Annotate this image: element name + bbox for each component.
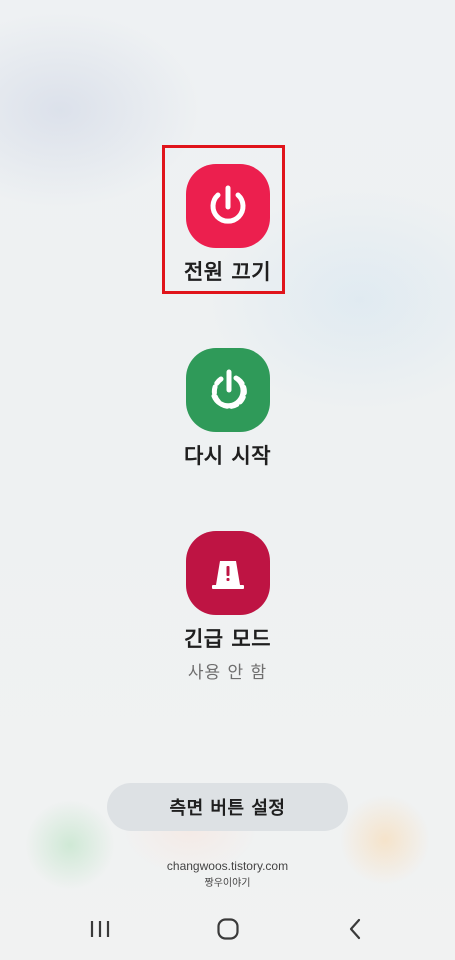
home-icon	[217, 918, 239, 940]
watermark-name: 짱우이야기	[204, 878, 251, 889]
restart-option[interactable]: 다시 시작	[0, 348, 455, 470]
emergency-mode-label: 긴급 모드	[183, 627, 272, 651]
navigation-bar	[0, 900, 455, 960]
watermark-url: changwoos.tistory.com	[166, 859, 289, 873]
back-button[interactable]	[335, 914, 375, 944]
restart-button[interactable]	[185, 348, 270, 432]
emergency-mode-button[interactable]	[185, 531, 270, 615]
side-button-settings-button[interactable]: 측면 버튼 설정	[107, 783, 348, 831]
recents-button[interactable]	[80, 914, 120, 944]
recents-icon	[90, 921, 110, 937]
emergency-mode-status: 사용 안 함	[187, 663, 268, 683]
back-icon	[349, 918, 361, 940]
home-button[interactable]	[208, 914, 248, 944]
restart-label: 다시 시작	[183, 444, 272, 468]
restart-icon	[211, 369, 247, 409]
emergency-light-icon	[211, 561, 244, 589]
highlight-box	[162, 145, 285, 294]
emergency-mode-option[interactable]: 긴급 모드 사용 안 함	[0, 531, 455, 683]
